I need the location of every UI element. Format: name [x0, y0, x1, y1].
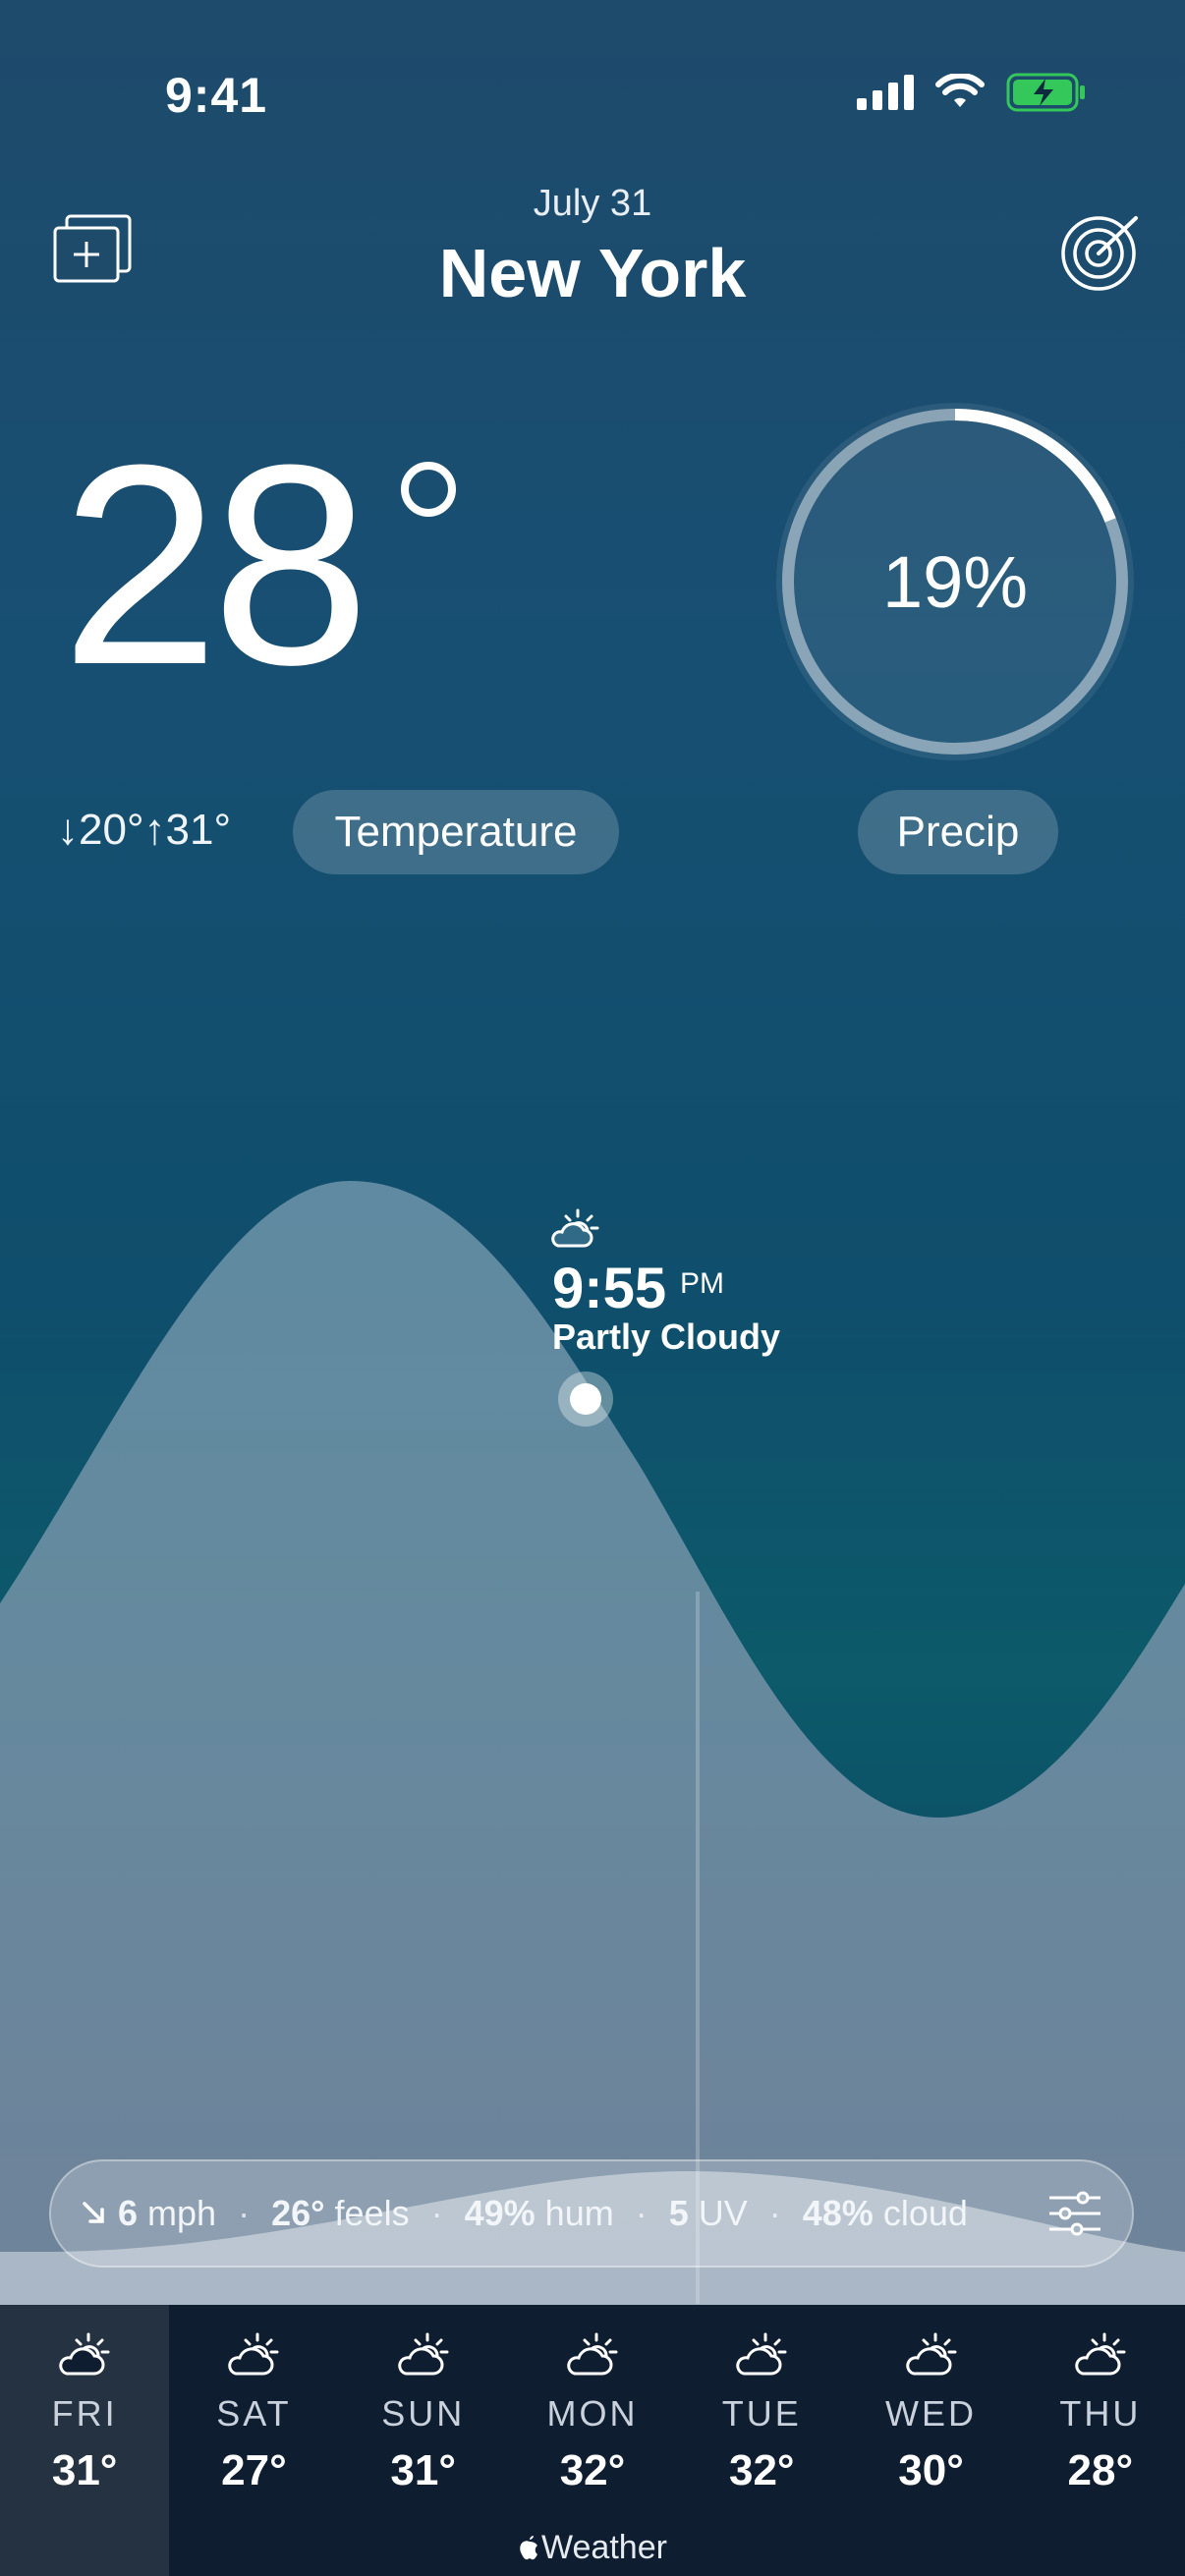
- forecast-day-temp: 27°: [221, 2446, 287, 2494]
- separator: ·: [430, 2193, 443, 2233]
- forecast-day-temp: 28°: [1067, 2446, 1134, 2494]
- current-temperature: 28: [61, 406, 370, 724]
- forecast-day-temp: 30°: [898, 2446, 964, 2494]
- marker-time: 9:55: [552, 1257, 667, 1320]
- precip-percent: 19%: [881, 541, 1029, 623]
- degree-symbol: [401, 462, 456, 517]
- partly-cloudy-icon: [1016, 2330, 1185, 2387]
- date-label: July 31: [533, 183, 652, 224]
- precip-toggle[interactable]: Precip: [858, 790, 1058, 874]
- cloud-value: 48%: [802, 2193, 874, 2233]
- partly-cloudy-icon: [677, 2330, 846, 2387]
- battery-charging-icon: [1006, 73, 1085, 112]
- partly-cloudy-icon: [548, 1206, 601, 1255]
- humidity-unit: hum: [544, 2193, 614, 2233]
- status-icons: [857, 73, 1087, 112]
- forecast-day-temp: 31°: [51, 2446, 118, 2494]
- forecast-day-name: THU: [1059, 2393, 1142, 2434]
- partly-cloudy-icon: [508, 2330, 677, 2387]
- forecast-day-temp: 31°: [390, 2446, 456, 2494]
- forecast-day-name: SAT: [216, 2393, 292, 2434]
- feels-value: 26°: [271, 2193, 325, 2233]
- forecast-day-name: MON: [546, 2393, 639, 2434]
- humidity-value: 49%: [464, 2193, 536, 2233]
- forecast-day-name: FRI: [51, 2393, 118, 2434]
- wifi-icon: [935, 74, 985, 107]
- partly-cloudy-icon: [846, 2330, 1015, 2387]
- partly-cloudy-icon: [0, 2330, 169, 2387]
- uv-unit: UV: [698, 2193, 748, 2233]
- marker-ampm: PM: [680, 1267, 724, 1300]
- forecast-day-temp: 32°: [559, 2446, 626, 2494]
- apple-logo-icon: [520, 2536, 538, 2560]
- forecast-day-name: WED: [885, 2393, 978, 2434]
- signal-icon: [857, 75, 914, 110]
- cloud-unit: cloud: [882, 2193, 968, 2233]
- sliders-icon[interactable]: [1047, 2191, 1102, 2236]
- wind-unit: mph: [147, 2193, 217, 2233]
- forecast-day-name: SUN: [381, 2393, 466, 2434]
- uv-value: 5: [668, 2193, 689, 2233]
- feels-unit: feels: [334, 2193, 410, 2233]
- city-title[interactable]: New York: [0, 234, 1185, 312]
- wind-direction-icon: [83, 2202, 104, 2223]
- radar-button[interactable]: [1059, 208, 1144, 293]
- forecast-day-name: TUE: [721, 2393, 802, 2434]
- forecast-day-temp: 32°: [728, 2446, 795, 2494]
- marker-condition: Partly Cloudy: [552, 1316, 781, 1357]
- status-time: 9:41: [165, 68, 268, 123]
- wind-value: 6: [118, 2193, 139, 2233]
- partly-cloudy-icon: [169, 2330, 338, 2387]
- separator: ·: [635, 2193, 648, 2233]
- separator: ·: [768, 2193, 781, 2233]
- time-scrubber-handle[interactable]: [558, 1372, 613, 1427]
- brand-label: Weather: [541, 2529, 667, 2566]
- temperature-toggle[interactable]: Temperature: [293, 790, 619, 874]
- weather-brand: Weather: [0, 2529, 1185, 2567]
- radar-icon: [1061, 216, 1138, 291]
- separator: ·: [238, 2193, 251, 2233]
- partly-cloudy-icon: [339, 2330, 508, 2387]
- low-high-temperature: ↓20°↑31°: [57, 806, 232, 854]
- details-bar[interactable]: 6 mph · 26° feels · 49% hum · 5 UV · 48%…: [49, 2159, 1134, 2268]
